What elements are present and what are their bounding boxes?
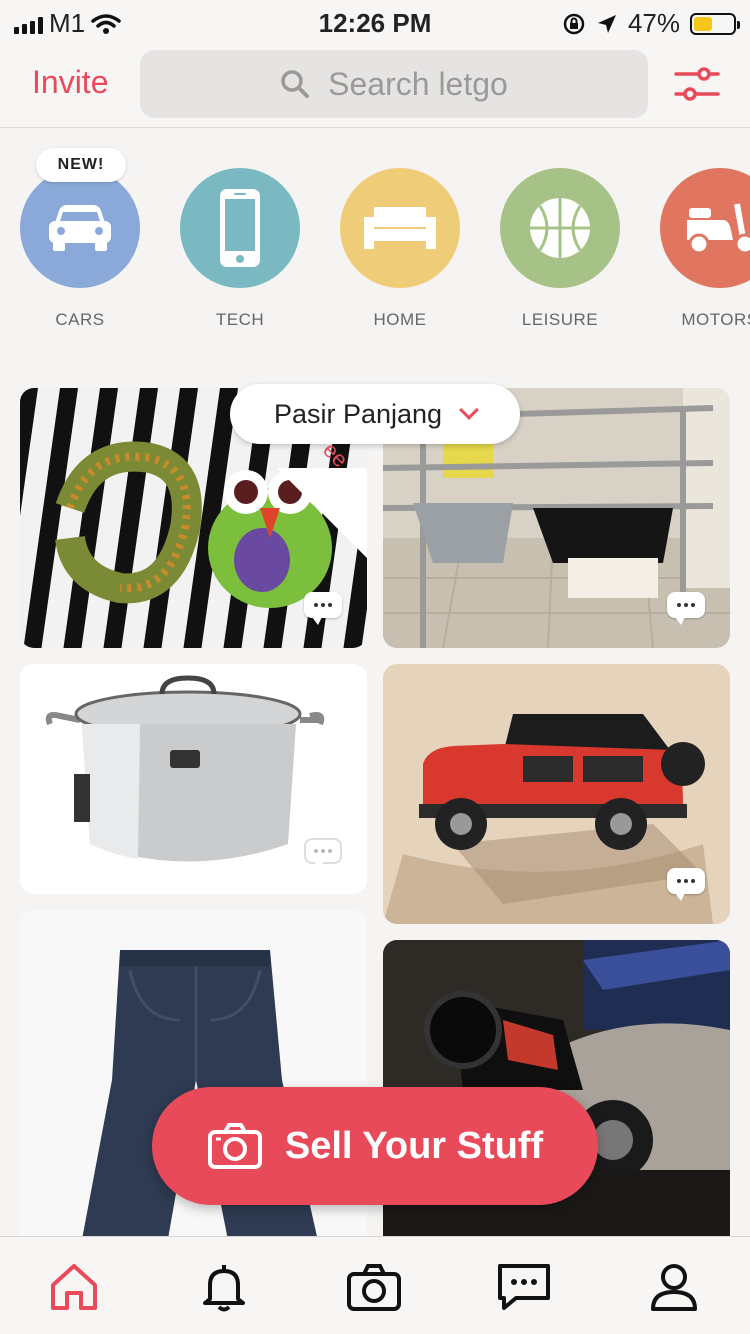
camera-icon (207, 1123, 262, 1169)
tab-sell[interactable] (346, 1259, 402, 1315)
tab-chats[interactable] (496, 1259, 552, 1315)
sell-your-stuff-button[interactable]: Sell Your Stuff (152, 1087, 598, 1205)
chat-icon (304, 592, 342, 625)
basketball-icon (530, 198, 590, 258)
category-circle (20, 168, 140, 288)
status-right: 47% (562, 8, 740, 39)
sell-button-label: Sell Your Stuff (284, 1124, 544, 1167)
car-icon (49, 205, 111, 251)
category-cars[interactable]: CARS (20, 168, 140, 330)
battery-percent: 47% (627, 8, 680, 38)
category-row: NEW! CARS TECH HOME LEISURE MOTOR (0, 140, 750, 350)
category-tech[interactable]: TECH (180, 168, 300, 330)
location-selector[interactable]: Pasir Panjang (230, 384, 520, 444)
rotation-lock-icon (563, 13, 585, 34)
tab-notifications[interactable] (196, 1259, 252, 1315)
home-icon (51, 1264, 97, 1310)
user-icon (651, 1264, 697, 1311)
category-label: CARS (55, 310, 105, 329)
chevron-down-icon (459, 400, 479, 420)
category-circle (660, 168, 750, 288)
top-header: Invite Search letgo (0, 40, 750, 128)
filter-icon[interactable] (674, 64, 720, 104)
phone-icon (220, 189, 260, 267)
category-motors[interactable]: MOTORS (660, 168, 750, 330)
listing-card[interactable] (383, 664, 730, 924)
chat-icon (498, 1264, 550, 1310)
category-circle (500, 168, 620, 288)
bell-icon (203, 1265, 245, 1312)
status-bar: M1 12:26 PM 47% (0, 0, 750, 40)
category-label: HOME (373, 310, 427, 329)
category-label: TECH (215, 310, 265, 329)
search-input[interactable]: Search letgo (140, 50, 648, 118)
camera-icon (347, 1264, 401, 1311)
category-label: MOTORS (681, 310, 750, 329)
bottom-tab-bar (0, 1236, 750, 1334)
battery-icon (690, 12, 740, 35)
scooter-icon (687, 203, 750, 255)
category-circle (340, 168, 460, 288)
location-label: Pasir Panjang (273, 398, 443, 429)
category-label: LEISURE (521, 310, 599, 329)
search-icon (281, 70, 310, 98)
tab-home[interactable] (46, 1259, 102, 1315)
category-home[interactable]: HOME (340, 168, 460, 330)
invite-button[interactable]: Invite (32, 64, 108, 101)
category-leisure[interactable]: LEISURE (500, 168, 620, 330)
tab-profile[interactable] (646, 1259, 702, 1315)
category-circle (180, 168, 300, 288)
listing-card[interactable] (20, 664, 367, 894)
search-placeholder: Search letgo (328, 65, 508, 102)
chat-icon (304, 838, 342, 869)
chat-icon (667, 868, 705, 901)
location-arrow-icon (597, 14, 616, 33)
new-badge: NEW! (36, 148, 126, 182)
chat-icon (667, 592, 705, 625)
sofa-icon (364, 207, 436, 249)
